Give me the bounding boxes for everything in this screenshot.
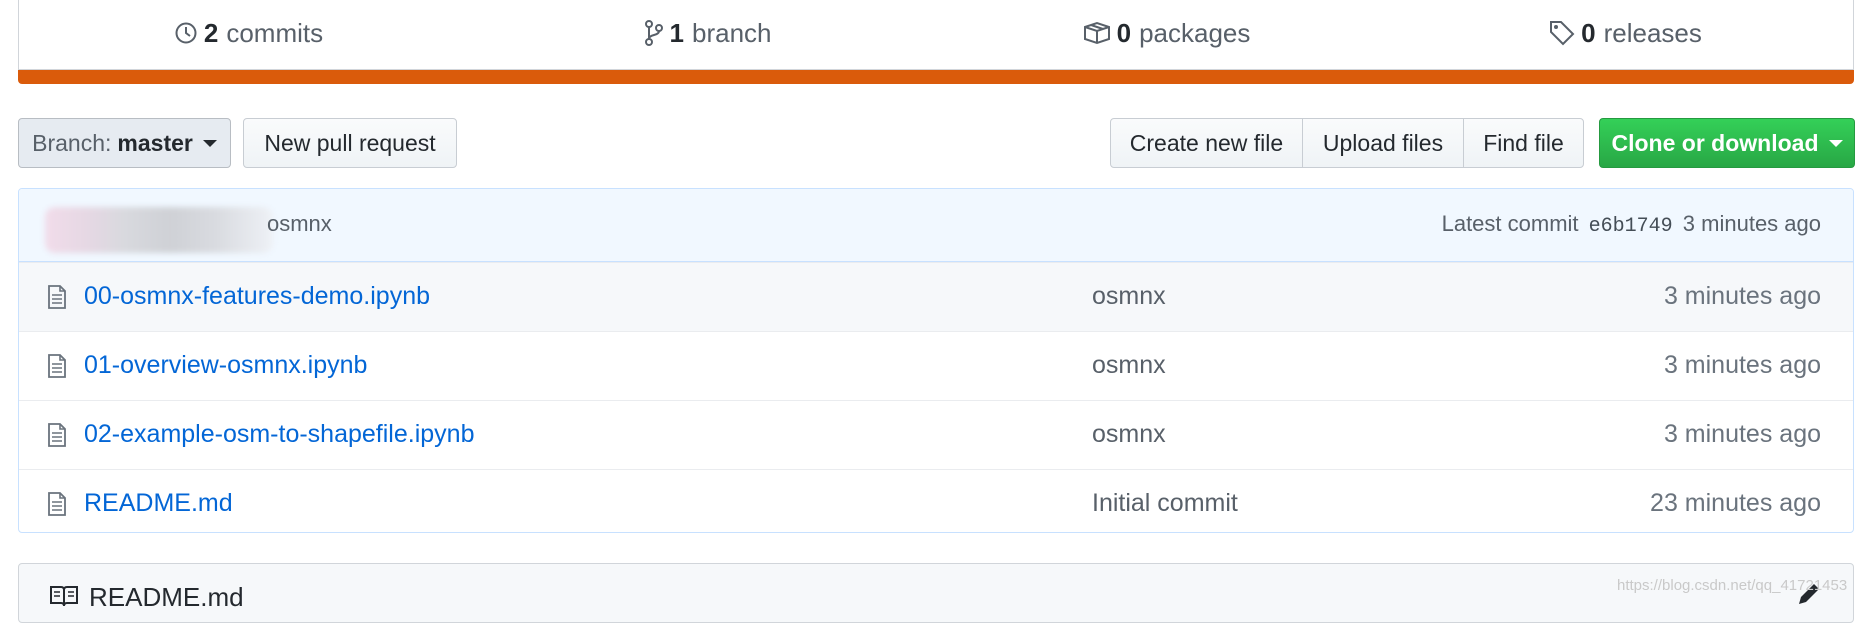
- caret-down-icon: [1828, 139, 1843, 147]
- releases-stat[interactable]: 0 releases: [1396, 0, 1855, 66]
- file-icon: [48, 354, 66, 378]
- branches-count: 1: [669, 17, 684, 48]
- file-name-link[interactable]: 01-overview-osmnx.ipynb: [84, 351, 367, 380]
- file-name-link[interactable]: README.md: [84, 489, 233, 518]
- table-row[interactable]: 02-example-osm-to-shapefile.ipynb osmnx …: [19, 400, 1853, 469]
- commit-age: 3 minutes ago: [1663, 282, 1821, 310]
- package-icon: [1083, 21, 1110, 45]
- branch-label: Branch:: [32, 129, 112, 156]
- branch-value: master: [117, 129, 193, 156]
- repo-stats-bar: 2 commits 1 branch 0 packages 0 releases: [18, 0, 1854, 70]
- releases-count: 0: [1581, 17, 1596, 48]
- find-file-button[interactable]: Find file: [1463, 118, 1584, 168]
- commit-age: 3 minutes ago: [1663, 351, 1821, 379]
- new-pull-request-button[interactable]: New pull request: [243, 118, 457, 168]
- commit-message[interactable]: osmnx: [1092, 420, 1166, 449]
- commit-message[interactable]: osmnx: [1092, 351, 1166, 380]
- latest-commit-age: 3 minutes ago: [1682, 211, 1821, 236]
- file-actions-group: Create new file Upload files Find file: [1110, 118, 1584, 168]
- file-name-link[interactable]: 02-example-osm-to-shapefile.ipynb: [84, 420, 474, 449]
- clone-label: Clone or download: [1611, 129, 1819, 156]
- branches-stat[interactable]: 1 branch: [478, 0, 937, 66]
- table-row[interactable]: README.md Initial commit 23 minutes ago: [19, 469, 1853, 532]
- file-name-link[interactable]: 00-osmnx-features-demo.ipynb: [84, 282, 430, 311]
- branch-select-button[interactable]: Branch: master: [18, 118, 231, 168]
- file-table: osmnx Latest commit e6b1749 3 minutes ag…: [18, 188, 1854, 533]
- commits-stat[interactable]: 2 commits: [19, 0, 478, 66]
- file-icon: [48, 423, 66, 447]
- git-branch-icon: [644, 20, 663, 46]
- branches-label: branch: [691, 17, 772, 48]
- history-icon: [175, 22, 197, 44]
- commit-age: 3 minutes ago: [1663, 420, 1821, 448]
- commit-tease: osmnx Latest commit e6b1749 3 minutes ag…: [19, 189, 1853, 262]
- releases-label: releases: [1603, 17, 1702, 48]
- file-icon: [48, 492, 66, 516]
- clone-or-download-button[interactable]: Clone or download: [1599, 118, 1855, 168]
- book-icon: [50, 586, 78, 607]
- watermark-text: https://blog.csdn.net/qq_41721453: [1617, 577, 1848, 594]
- commits-label: commits: [226, 17, 324, 48]
- caret-down-icon: [202, 139, 217, 147]
- packages-count: 0: [1116, 17, 1132, 48]
- latest-commit: Latest commit e6b1749 3 minutes ago: [1442, 211, 1821, 238]
- table-row[interactable]: 00-osmnx-features-demo.ipynb osmnx 3 min…: [19, 262, 1853, 331]
- latest-commit-label: Latest commit: [1441, 211, 1579, 236]
- table-row[interactable]: 01-overview-osmnx.ipynb osmnx 3 minutes …: [19, 331, 1853, 400]
- avatar: [45, 207, 273, 253]
- commits-count: 2: [203, 17, 219, 48]
- packages-label: packages: [1139, 17, 1251, 48]
- readme-title: README.md: [89, 582, 244, 612]
- readme-box: README.md: [18, 563, 1854, 623]
- upload-files-button[interactable]: Upload files: [1302, 118, 1464, 168]
- file-icon: [48, 285, 66, 309]
- commit-age: 23 minutes ago: [1650, 489, 1821, 517]
- tag-icon: [1550, 21, 1575, 46]
- commit-author[interactable]: osmnx: [267, 211, 332, 237]
- commit-message[interactable]: Initial commit: [1092, 489, 1238, 518]
- language-bar[interactable]: [18, 70, 1854, 84]
- create-new-file-button[interactable]: Create new file: [1110, 118, 1303, 168]
- commit-message[interactable]: osmnx: [1092, 282, 1166, 311]
- commit-sha-link[interactable]: e6b1749: [1589, 215, 1673, 238]
- packages-stat[interactable]: 0 packages: [937, 0, 1396, 66]
